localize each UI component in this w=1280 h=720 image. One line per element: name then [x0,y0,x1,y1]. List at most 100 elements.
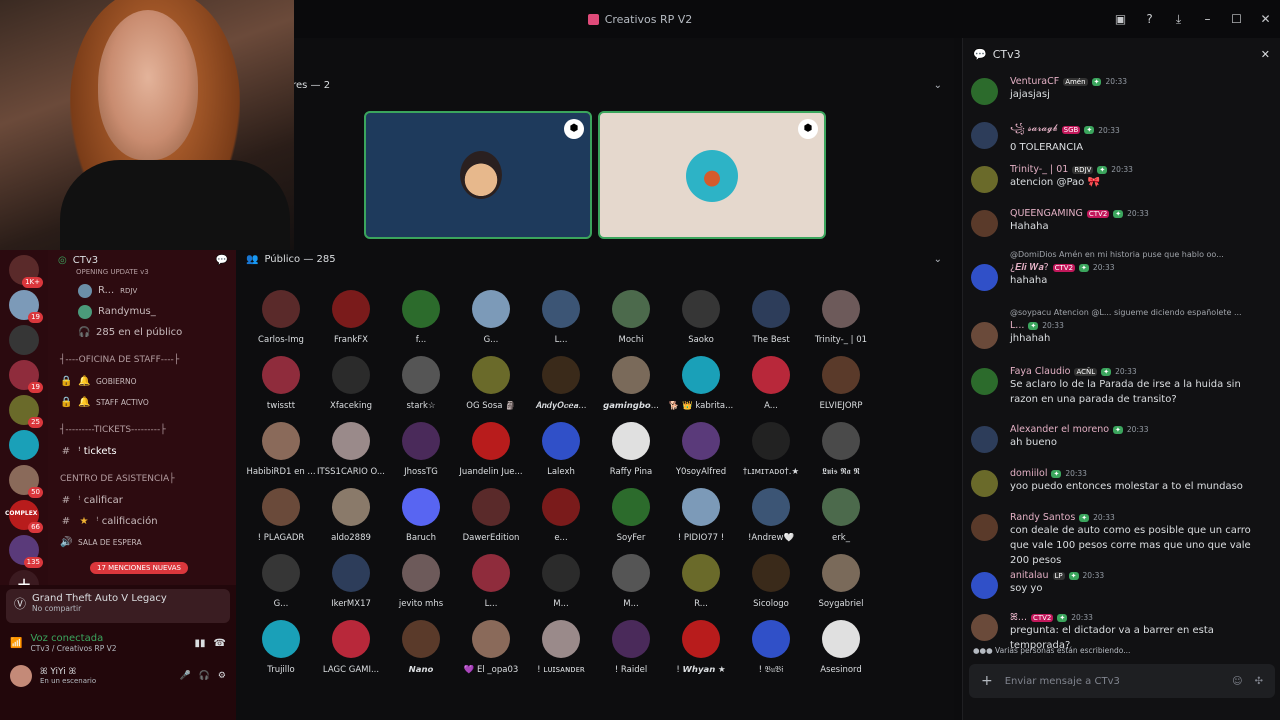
message-author[interactable]: Faya Claudio [1010,366,1070,377]
chevron-down-icon[interactable]: ⌄ [934,254,942,265]
audience-member[interactable]: SoyFer [596,488,666,543]
avatar[interactable] [971,166,998,193]
speaker-tile[interactable]: ⬢ [598,111,826,239]
audience-member[interactable]: Carlos-Img [246,290,316,345]
audience-member[interactable]: 𝕷𝖚𝖎𝖘 𝕽𝖆 𝕽 [806,422,876,477]
audience-member[interactable]: 💜 El _opa03 [456,620,526,675]
audience-member[interactable]: Mochi [596,290,666,345]
avatar[interactable] [971,122,998,149]
audience-member[interactable]: HabibiRD1 en ... [246,422,316,477]
audience-member[interactable]: 𝑨𝒏𝒅𝒚𝑶𝒄𝒆𝒂... [526,356,596,411]
headphones-icon[interactable]: 🎧 [199,671,210,681]
activity-card[interactable]: Ⓥ Grand Theft Auto V Legacy No compartir [6,589,230,623]
message-author[interactable]: Randy Santos [1010,512,1075,523]
audience-member[interactable]: erk_ [806,488,876,543]
help-icon[interactable]: ? [1135,12,1164,26]
audience-member[interactable]: R... [666,554,736,609]
add-attachment-icon[interactable]: + [981,673,993,689]
audience-member[interactable]: jevito mhs [386,554,456,609]
audience-member[interactable]: ! PLAGADR [246,488,316,543]
message-author[interactable]: ¿𝑬𝒍𝒊 𝑾𝒂? [1010,262,1049,273]
soundboard-icon[interactable]: ▮▮ [195,638,206,649]
audience-member[interactable]: f... [386,290,456,345]
message-composer[interactable]: + Enviar mensaje a CTv3 ☺ ✣ [969,664,1275,698]
audience-member[interactable]: Lalexh [526,422,596,477]
audience-member[interactable]: L... [456,554,526,609]
audience-member[interactable]: 𝙜𝙖𝙢𝙞𝙣𝙜𝙗𝙤... [596,356,666,411]
audience-member[interactable]: G... [246,554,316,609]
audience-member[interactable]: twisstt [246,356,316,411]
audience-member[interactable]: M... [526,554,596,609]
audience-member[interactable]: ! PIDIO77 ! [666,488,736,543]
voice-status[interactable]: Voz conectada [30,633,116,644]
audience-member[interactable]: Asesinord [806,620,876,675]
audience-member[interactable]: ! 𝙒𝙝𝙮𝙖𝙣 ★ [666,620,736,675]
audience-member[interactable]: Raffy Pina [596,422,666,477]
audience-member[interactable]: M... [596,554,666,609]
chat-message[interactable]: Randy Santos ✦ 20:33 con deale de auto como… [971,512,1271,568]
audience-member[interactable]: A... [736,356,806,411]
server-icon[interactable] [9,430,39,460]
chat-message[interactable]: VenturaCF Amén ✦ 20:33 jajasjasj [971,76,1271,105]
channel-staff-activo[interactable]: 🔒 🔔 STAFF ACTIVO [48,392,236,413]
audience-member[interactable]: FrankFX [316,290,386,345]
voice-channel[interactable]: CTv3 / Creativos RP V2 [30,644,116,653]
avatar[interactable] [971,78,998,105]
avatar[interactable] [971,572,998,599]
audience-member[interactable]: Saoko [666,290,736,345]
audience-member[interactable]: 🐕 👑 kabrita... [666,356,736,411]
reply-preview[interactable]: @DomiDios Amén en mi historia puse que h… [1010,250,1271,262]
message-author[interactable]: ꕤ... [1010,612,1027,623]
message-author[interactable]: anitalau [1010,570,1049,581]
audience-member[interactable]: Soygabriel [806,554,876,609]
server-icon[interactable]: 50 [9,465,43,498]
chat-bubble-icon[interactable]: 💬 [216,255,228,266]
audience-member[interactable]: Baruch [386,488,456,543]
audience-member[interactable]: ! ʟᴜɪsᴀɴᴅᴇʀ [526,620,596,675]
inbox-icon[interactable]: ▣ [1106,12,1135,26]
chat-message[interactable]: anitalau LP ✦ 20:33 soy yo [971,570,1271,599]
category-tickets[interactable]: ┤---------TICKETS---------├ [48,419,236,441]
server-icon[interactable]: 19 [9,360,43,393]
audience-member[interactable]: !Andrew🤍 [736,488,806,543]
audience-member[interactable]: †ʟɪᴍɪᴛᴀᴅᴏ†.★ [736,422,806,477]
audience-member[interactable]: Y0soyAlfred [666,422,736,477]
server-icon[interactable] [9,325,39,355]
settings-gear-icon[interactable]: ⚙ [218,671,226,681]
avatar[interactable] [971,614,998,641]
stage-channel[interactable]: ◎ CTv3 💬 OPENING UPDATE v3 [48,250,236,276]
channel-gobierno[interactable]: 🔒 🔔 GOBIERNO [48,371,236,392]
channel-calificar[interactable]: # ꜝ calificar [48,490,236,511]
chat-message[interactable]: QUEENGAMING CTV2 ✦ 20:33 Hahaha [971,208,1271,237]
audience-member[interactable]: ! 𝔅𝔲𝔅𝔦 [736,620,806,675]
stage-user[interactable]: Randymus_ [48,301,236,322]
server-icon[interactable]: 19 [9,290,43,323]
mic-icon[interactable]: 🎤 [179,671,190,681]
server-icon[interactable]: 135 [9,535,43,568]
apps-icon[interactable]: ✣ [1255,676,1263,687]
channel-calificacion[interactable]: # ★ ꜝ calificación [48,511,236,532]
chat-message[interactable]: Alexander el moreno ✦ 20:33 ah bueno [971,424,1271,453]
stage-user[interactable]: R... RDJV [48,280,236,301]
message-author[interactable]: Trinity-_ | 01 [1010,164,1068,175]
audience-member[interactable]: OG Sosa 🗿 [456,356,526,411]
message-author[interactable]: QUEENGAMING [1010,208,1083,219]
avatar[interactable] [971,264,998,291]
chat-message[interactable]: @DomiDios Amén en mi historia puse que h… [971,250,1271,291]
audience-member[interactable]: DawerEdition [456,488,526,543]
close-icon[interactable]: ✕ [1261,48,1270,61]
audience-member[interactable]: Sicologo [736,554,806,609]
category-staff[interactable]: ┤----OFICINA DE STAFF----├ [48,349,236,371]
message-author[interactable]: ꧁ 𝓼𝓪𝓻𝓪𝓰𝓫 [1010,120,1058,140]
audience-member[interactable]: LAGC GAMI... [316,620,386,675]
download-icon[interactable]: ⤓ [1164,12,1193,27]
speaker-tile[interactable]: ⬢ [364,111,592,239]
avatar[interactable] [971,322,998,349]
audience-member[interactable]: ELVIEJORP [806,356,876,411]
reply-preview[interactable]: @soypacu Atencion @L... sigueme diciendo… [1010,308,1271,320]
message-author[interactable]: VenturaCF [1010,76,1059,87]
chat-message[interactable]: @soypacu Atencion @L... sigueme diciendo… [971,308,1271,349]
server-icon[interactable]: 25 [9,395,43,428]
emoji-icon[interactable]: ☺ [1232,676,1242,687]
chat-message[interactable]: Faya Claudio ACÑL ✦ 20:33 Se aclaro lo de la… [971,366,1271,407]
